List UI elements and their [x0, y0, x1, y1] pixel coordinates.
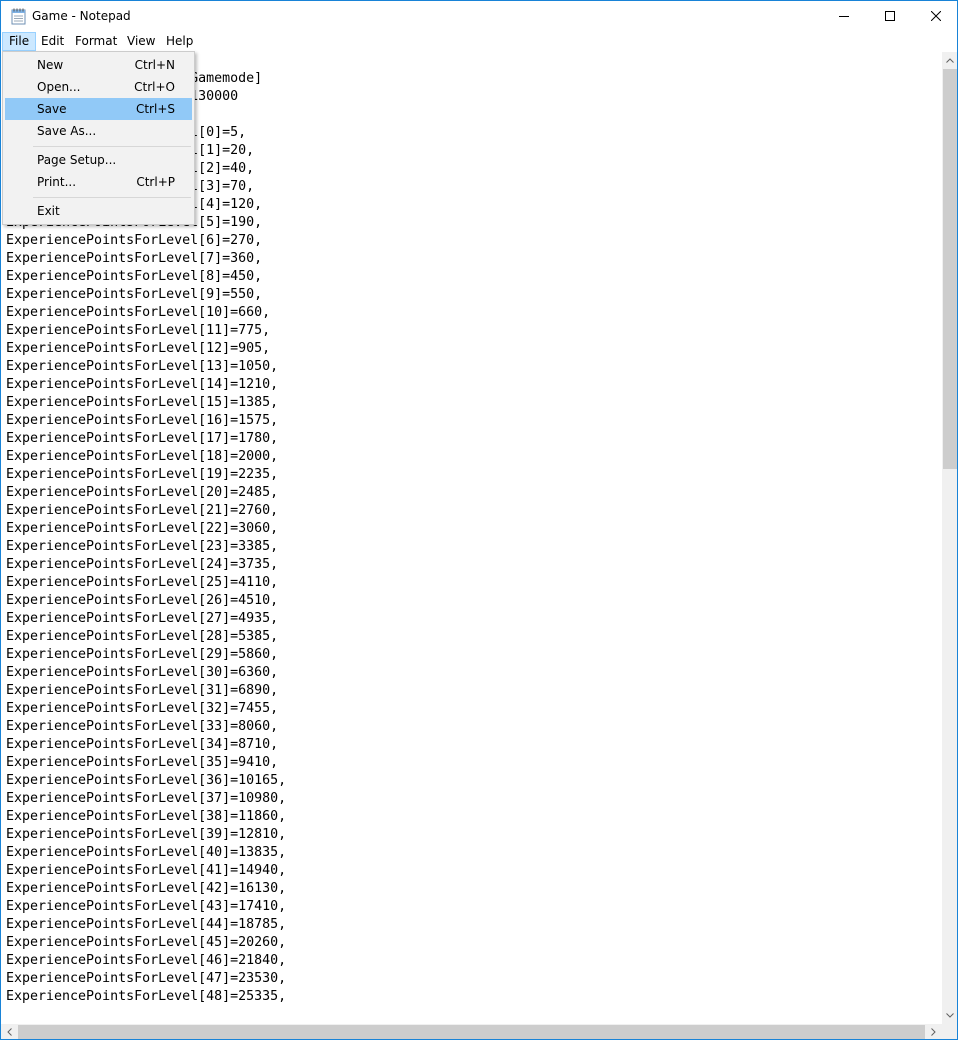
text-line: ExperiencePointsForLevel[25]=4110, — [6, 575, 279, 590]
text-line: ExperiencePointsForLevel[34]=8710, — [6, 737, 279, 752]
chevron-left-icon — [7, 1028, 12, 1036]
text-line: ExperiencePointsForLevel[17]=1780, — [6, 431, 279, 446]
text-line: ExperiencePointsForLevel[40]=13835, — [6, 845, 287, 860]
text-line: ExperiencePointsForLevel[28]=5385, — [6, 629, 279, 644]
menu-item-label: Open... — [37, 80, 81, 94]
title-bar[interactable]: Game - Notepad — [1, 1, 957, 32]
text-line: ExperiencePointsForLevel[36]=10165, — [6, 773, 287, 788]
text-line: ExperiencePointsForLevel[39]=12810, — [6, 827, 287, 842]
text-line: ExperiencePointsForLevel[6]=270, — [6, 233, 263, 248]
menu-item-label: New — [37, 58, 64, 72]
size-grip[interactable] — [942, 1024, 957, 1039]
text-line: ExperiencePointsForLevel[38]=11860, — [6, 809, 287, 824]
maximize-button[interactable] — [867, 1, 913, 31]
menu-item-exit[interactable]: Exit — [5, 200, 192, 222]
text-line: ExperiencePointsForLevel[47]=23530, — [6, 971, 287, 986]
text-line: ExperiencePointsForLevel[45]=20260, — [6, 935, 287, 950]
text-line: ExperiencePointsForLevel[7]=360, — [6, 251, 263, 266]
menu-edit[interactable]: Edit — [35, 32, 70, 51]
text-line: ExperiencePointsForLevel[22]=3060, — [6, 521, 279, 536]
text-line: ExperiencePointsForLevel[11]=775, — [6, 323, 271, 338]
menu-item-print[interactable]: Print... Ctrl+P — [5, 171, 192, 193]
text-line: ExperiencePointsForLevel[21]=2760, — [6, 503, 279, 518]
text-line: ExperiencePointsForLevel[23]=3385, — [6, 539, 279, 554]
menu-item-label: Save — [37, 102, 67, 116]
menu-bar: File Edit Format View Help — [1, 32, 957, 51]
text-line: ExperiencePointsForLevel[30]=6360, — [6, 665, 279, 680]
menu-item-shortcut: Ctrl+O — [134, 80, 175, 94]
text-line: ExperiencePointsForLevel[46]=21840, — [6, 953, 287, 968]
minimize-icon — [839, 16, 849, 17]
scroll-down-button[interactable] — [942, 1007, 957, 1024]
menu-item-shortcut: Ctrl+N — [134, 58, 175, 72]
text-line: ExperiencePointsForLevel[9]=550, — [6, 287, 263, 302]
menu-item-save[interactable]: Save Ctrl+S — [5, 98, 192, 120]
menu-help[interactable]: Help — [160, 32, 199, 51]
text-line: ExperiencePointsForLevel[24]=3735, — [6, 557, 279, 572]
window-title: Game - Notepad — [32, 9, 131, 23]
menu-item-page-setup[interactable]: Page Setup... — [5, 149, 192, 171]
text-line: ExperiencePointsForLevel[33]=8060, — [6, 719, 279, 734]
minimize-button[interactable] — [821, 1, 867, 31]
notepad-window: Game - Notepad File Edit Format View Hel… — [0, 0, 958, 1040]
maximize-icon — [885, 11, 895, 21]
menu-item-label: Save As... — [37, 124, 97, 138]
horizontal-scroll-thumb[interactable] — [18, 1025, 925, 1039]
menu-item-new[interactable]: New Ctrl+N — [5, 54, 192, 76]
menu-item-save-as[interactable]: Save As... — [5, 120, 192, 142]
text-line: ExperiencePointsForLevel[43]=17410, — [6, 899, 287, 914]
menu-view[interactable]: View — [121, 32, 161, 51]
text-line: ExperiencePointsForLevel[27]=4935, — [6, 611, 279, 626]
text-line: ExperiencePointsForLevel[20]=2485, — [6, 485, 279, 500]
text-line: ExperiencePointsForLevel[29]=5860, — [6, 647, 279, 662]
chevron-right-icon — [931, 1028, 936, 1036]
text-line: ExperiencePointsForLevel[16]=1575, — [6, 413, 279, 428]
text-line: ExperiencePointsForLevel[37]=10980, — [6, 791, 287, 806]
text-line: ExperiencePointsForLevel[41]=14940, — [6, 863, 287, 878]
text-line: ExperiencePointsForLevel[48]=25335, — [6, 989, 287, 1004]
text-line: ExperiencePointsForLevel[35]=9410, — [6, 755, 279, 770]
text-line: ExperiencePointsForLevel[42]=16130, — [6, 881, 287, 896]
text-line: ExperiencePointsForLevel[44]=18785, — [6, 917, 287, 932]
menu-separator — [33, 197, 191, 198]
scroll-right-button[interactable] — [925, 1024, 942, 1039]
text-line: ExperiencePointsForLevel[13]=1050, — [6, 359, 279, 374]
chevron-down-icon — [946, 1013, 954, 1018]
text-line: ExperiencePointsForLevel[10]=660, — [6, 305, 271, 320]
text-line: ExperiencePointsForLevel[26]=4510, — [6, 593, 279, 608]
menu-item-open[interactable]: Open... Ctrl+O — [5, 76, 192, 98]
vertical-scroll-thumb[interactable] — [943, 69, 957, 469]
file-menu-dropdown: New Ctrl+N Open... Ctrl+O Save Ctrl+S Sa… — [2, 51, 195, 225]
vertical-scrollbar[interactable] — [942, 52, 957, 1024]
menu-item-label: Page Setup... — [37, 153, 117, 167]
close-button[interactable] — [913, 1, 957, 31]
text-line: ExperiencePointsForLevel[31]=6890, — [6, 683, 279, 698]
close-icon — [931, 11, 941, 21]
chevron-up-icon — [946, 58, 954, 63]
text-line: ExperiencePointsForLevel[14]=1210, — [6, 377, 279, 392]
text-line: ExperiencePointsForLevel[18]=2000, — [6, 449, 279, 464]
menu-item-label: Print... — [37, 175, 77, 189]
menu-file[interactable]: File — [2, 32, 37, 51]
notepad-icon — [11, 8, 26, 25]
text-line: ExperiencePointsForLevel[32]=7455, — [6, 701, 279, 716]
menu-item-shortcut: Ctrl+P — [136, 175, 175, 189]
horizontal-scrollbar[interactable] — [1, 1024, 942, 1039]
text-line: ExperiencePointsForLevel[19]=2235, — [6, 467, 279, 482]
text-line: ExperiencePointsForLevel[15]=1385, — [6, 395, 279, 410]
scroll-up-button[interactable] — [942, 52, 957, 69]
scroll-left-button[interactable] — [1, 1024, 18, 1039]
menu-format[interactable]: Format — [69, 32, 123, 51]
menu-separator — [33, 146, 191, 147]
menu-item-shortcut: Ctrl+S — [135, 102, 175, 116]
text-line: ExperiencePointsForLevel[12]=905, — [6, 341, 271, 356]
text-line: ExperiencePointsForLevel[8]=450, — [6, 269, 263, 284]
menu-item-label: Exit — [37, 204, 60, 218]
